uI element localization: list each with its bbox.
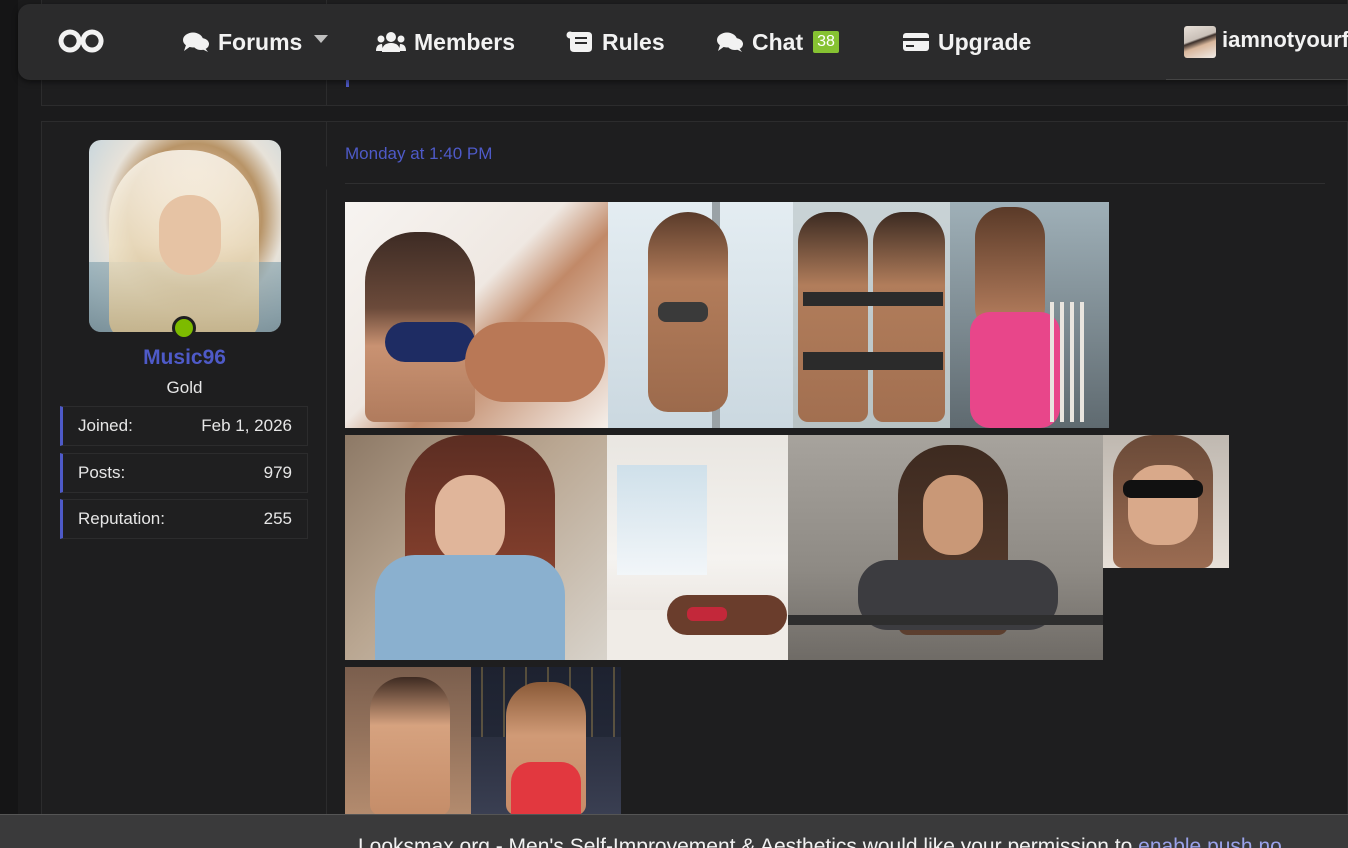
nav-upgrade[interactable]: Upgrade	[902, 26, 1031, 58]
forums-dropdown-caret-icon[interactable]	[314, 35, 328, 43]
nav-chat[interactable]: Chat 38	[716, 26, 839, 58]
stat-label: Joined:	[78, 416, 133, 435]
stat-value: 979	[263, 463, 292, 482]
post: Music96 Gold Joined: Feb 1, 2026 Posts: …	[41, 121, 1348, 821]
stat-joined: Joined: Feb 1, 2026	[60, 406, 308, 446]
post-image[interactable]	[471, 667, 621, 815]
left-gutter	[0, 0, 18, 848]
post-image[interactable]	[793, 202, 950, 428]
comments-icon	[717, 32, 743, 52]
push-notification-banner: Looksmax.org - Men's Self-Improvement & …	[0, 814, 1348, 848]
nav-members-label: Members	[414, 28, 515, 55]
stat-posts: Posts: 979	[60, 453, 308, 493]
chat-count-badge: 38	[813, 31, 839, 53]
post-arrow	[314, 166, 327, 190]
nav-rules[interactable]: Rules	[566, 26, 665, 58]
author-username[interactable]: Music96	[42, 346, 327, 370]
site-logo-icon[interactable]	[58, 26, 104, 56]
author-avatar[interactable]	[89, 140, 281, 332]
post-image[interactable]	[788, 435, 1103, 660]
nav-members[interactable]: Members	[376, 26, 515, 58]
credit-card-icon	[903, 33, 929, 51]
post-image[interactable]	[1103, 435, 1229, 568]
post-image[interactable]	[345, 435, 607, 660]
post-user-column: Music96 Gold Joined: Feb 1, 2026 Posts: …	[42, 122, 327, 820]
post-image[interactable]	[345, 667, 471, 815]
online-status-indicator	[172, 316, 196, 340]
stat-value: Feb 1, 2026	[201, 416, 292, 435]
avatar-face	[159, 195, 221, 275]
users-icon	[376, 32, 406, 52]
nav-chat-label: Chat	[752, 28, 804, 55]
page: Forums Members Rules Chat 38 Upgrade iam…	[0, 0, 1348, 848]
post-image[interactable]	[608, 202, 793, 428]
account-menu[interactable]: iamnotyourf	[1166, 4, 1348, 80]
enable-push-link[interactable]: enable push no	[1138, 835, 1282, 848]
stat-reputation: Reputation: 255	[60, 499, 308, 539]
push-notification-message: Looksmax.org - Men's Self-Improvement & …	[358, 835, 1139, 848]
nav-forums-label: Forums	[218, 28, 303, 55]
post-image[interactable]	[950, 202, 1109, 428]
stat-value: 255	[263, 509, 292, 528]
comments-icon	[183, 32, 209, 52]
nav-upgrade-label: Upgrade	[938, 28, 1032, 55]
nav-rules-label: Rules	[602, 28, 665, 55]
user-avatar	[1184, 26, 1216, 58]
scroll-icon	[566, 31, 592, 52]
post-image[interactable]	[607, 435, 788, 660]
post-date[interactable]: Monday at 1:40 PM	[345, 144, 492, 164]
stat-label: Posts:	[78, 463, 126, 482]
divider	[345, 183, 1325, 184]
post-image[interactable]	[345, 202, 608, 428]
top-navbar: Forums Members Rules Chat 38 Upgrade iam…	[18, 4, 1348, 80]
account-username: iamnotyourf	[1222, 27, 1348, 52]
nav-forums[interactable]: Forums	[182, 26, 302, 58]
stat-label: Reputation:	[78, 509, 165, 528]
push-notification-text: Looksmax.org - Men's Self-Improvement & …	[358, 835, 1282, 848]
author-title: Gold	[166, 378, 203, 397]
